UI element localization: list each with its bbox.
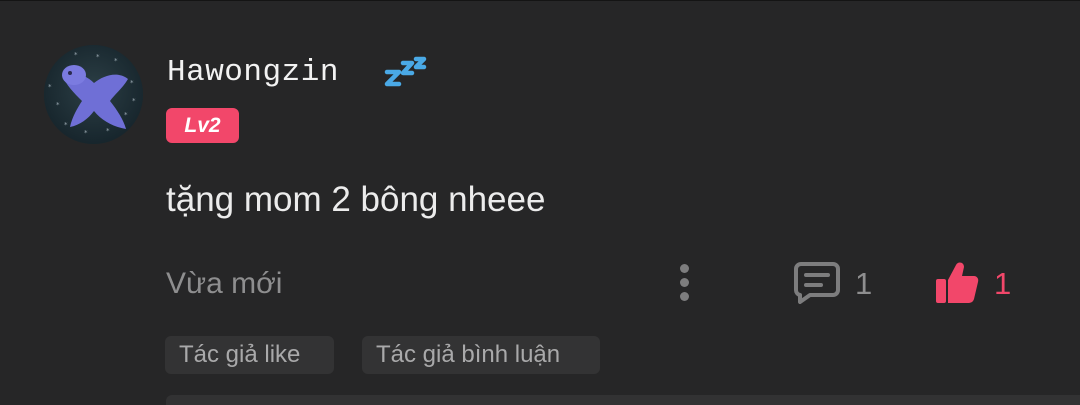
svg-text:*: * (48, 83, 52, 91)
comment-card: * * * * * * * * * * * * Hawongzin Lv2 tặng mom 2… (0, 0, 1080, 405)
svg-text:*: * (106, 127, 110, 135)
username[interactable]: Hawongzin (167, 55, 339, 90)
avatar-image: * * * * * * * * * * * * (44, 45, 143, 144)
like-count: 1 (994, 266, 1012, 301)
more-options-button[interactable] (664, 261, 704, 305)
thumbs-up-icon (936, 262, 979, 303)
reply-button[interactable]: 1 (790, 257, 880, 307)
like-button[interactable]: 1 (930, 255, 1030, 307)
comment-icon (794, 262, 840, 304)
svg-text:*: * (130, 79, 134, 87)
svg-text:*: * (74, 51, 78, 59)
reply-preview-box[interactable] (166, 395, 1080, 405)
svg-text:*: * (56, 101, 60, 109)
svg-text:*: * (64, 121, 68, 129)
author-comment-tag: Tác giả bình luận (362, 336, 600, 374)
more-vertical-icon-dot (680, 278, 689, 287)
svg-text:*: * (124, 111, 128, 119)
more-vertical-icon-dot (680, 292, 689, 301)
more-vertical-icon (680, 264, 689, 273)
level-badge: Lv2 (166, 108, 239, 143)
comment-text: tặng mom 2 bông nheee (166, 180, 546, 219)
author-like-tag: Tác giả like (165, 336, 334, 374)
svg-text:*: * (132, 97, 136, 105)
svg-text:*: * (114, 57, 118, 65)
reply-count: 1 (855, 266, 873, 301)
svg-text:*: * (52, 59, 56, 67)
svg-text:*: * (84, 129, 88, 137)
avatar[interactable]: * * * * * * * * * * * * (44, 45, 143, 144)
timestamp: Vừa mới (166, 267, 283, 300)
svg-text:*: * (96, 53, 100, 61)
zzz-sleep-icon (384, 56, 427, 87)
